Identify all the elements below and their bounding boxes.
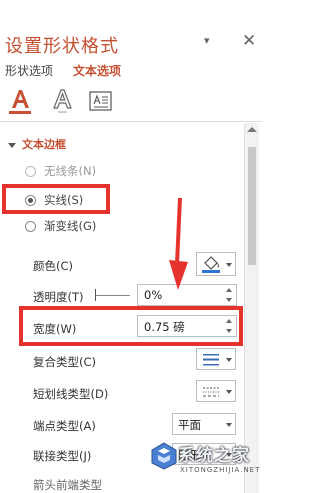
collapse-triangle-icon: [8, 142, 16, 148]
cap-type-value: 平面: [178, 418, 201, 432]
tab-shape-options[interactable]: 形状选项: [5, 62, 53, 79]
text-effects-icon[interactable]: [49, 88, 75, 116]
watermark: 系统之家 XITONGZHIJIA.NET: [150, 437, 262, 493]
radio-gradient-line[interactable]: 渐变线(G): [25, 218, 96, 234]
compound-type-label: 复合类型(C): [33, 355, 97, 369]
transparency-slider[interactable]: [96, 295, 130, 296]
scroll-thumb[interactable]: [248, 147, 256, 265]
radio-icon[interactable]: [25, 220, 36, 232]
chevron-down-icon: [226, 263, 232, 267]
dash-type-dropdown[interactable]: [196, 380, 236, 402]
cap-type-label: 端点类型(A): [33, 419, 96, 433]
radio-no-line[interactable]: 无线条(N): [25, 163, 96, 179]
chevron-down-icon: [226, 423, 232, 427]
compound-type-dropdown[interactable]: [196, 348, 236, 370]
text-fill-outline-icon[interactable]: [7, 88, 33, 116]
divider: [0, 121, 262, 122]
arrow-start-type-label: 箭头前端类型: [33, 478, 102, 492]
dash-type-label: 短划线类型(D): [33, 387, 109, 401]
transparency-stepper[interactable]: [226, 287, 234, 303]
watermark-text: 系统之家: [178, 446, 250, 466]
annotation-box-width: [19, 306, 243, 346]
section-text-border[interactable]: 文本边框: [8, 136, 66, 152]
transparency-label: 透明度(T): [33, 290, 84, 304]
compound-lines-icon: [203, 354, 219, 366]
text-options-icon-row: [0, 88, 262, 118]
radio-label: 无线条(N): [44, 164, 97, 178]
section-title: 文本边框: [22, 138, 66, 151]
join-type-label: 联接类型(J): [33, 449, 92, 463]
radio-icon[interactable]: [25, 165, 36, 177]
close-button[interactable]: ✕: [242, 31, 256, 51]
radio-label: 渐变线(G): [44, 219, 97, 233]
annotation-arrow-icon: [169, 197, 188, 290]
watermark-subtext: XITONGZHIJIA.NET: [180, 466, 261, 474]
transparency-value: 0%: [144, 288, 163, 302]
panel-options-button[interactable]: ▾: [204, 34, 210, 47]
watermark-logo-icon: [151, 442, 177, 470]
panel-title: 设置形状格式: [5, 36, 119, 57]
paint-bucket-icon: [202, 256, 220, 273]
chevron-down-icon: [226, 390, 232, 394]
cap-type-dropdown[interactable]: 平面: [172, 413, 236, 435]
tab-text-options[interactable]: 文本选项: [73, 62, 121, 79]
color-label: 颜色(C): [33, 259, 74, 273]
textbox-layout-icon[interactable]: [88, 88, 114, 116]
dash-lines-icon: [203, 387, 219, 397]
chevron-down-icon: [226, 358, 232, 362]
scroll-up-icon[interactable]: [247, 127, 257, 132]
annotation-box-solid-line: [2, 184, 110, 214]
color-picker-button[interactable]: [196, 252, 236, 276]
